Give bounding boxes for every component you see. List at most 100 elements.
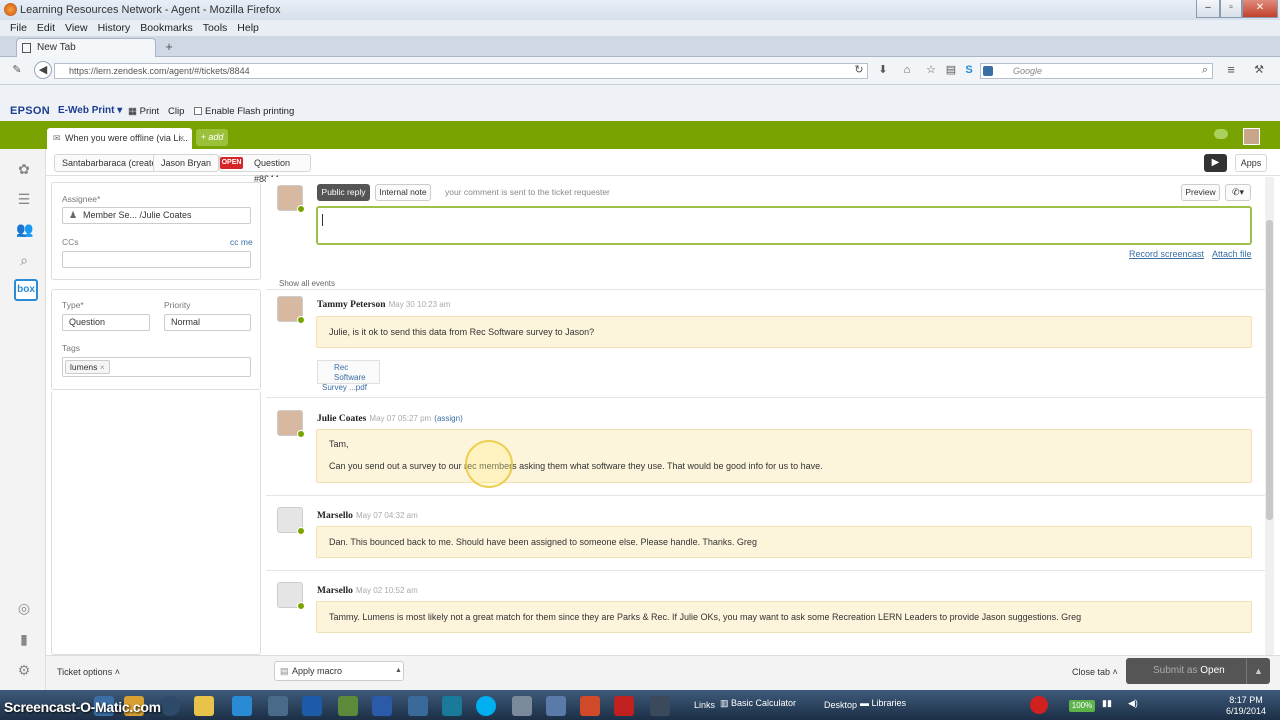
download-icon[interactable]: ⬇ xyxy=(876,63,890,77)
word-icon[interactable] xyxy=(372,696,392,716)
app-icon[interactable] xyxy=(408,696,428,716)
google-icon[interactable] xyxy=(983,66,993,76)
minimize-icon[interactable]: – xyxy=(1196,0,1220,18)
app-icon[interactable] xyxy=(338,696,358,716)
apps-button[interactable]: Apps xyxy=(1235,154,1267,172)
search-input[interactable]: Google xyxy=(980,63,1213,79)
reporting-icon[interactable]: ▮ xyxy=(16,631,32,647)
clipboard-icon[interactable]: ▤ xyxy=(944,63,958,77)
breadcrumb-requester[interactable]: Jason Bryan xyxy=(153,154,220,172)
comment-author[interactable]: Tammy Peterson xyxy=(317,300,386,310)
browser-tab[interactable]: New Tab xyxy=(16,38,156,57)
libraries-link[interactable]: ▬ Libraries xyxy=(860,698,906,708)
reload-icon[interactable]: ↻ xyxy=(852,63,866,77)
menu-bookmarks[interactable]: Bookmarks xyxy=(140,20,193,36)
bookmark-star-icon[interactable]: ☆ xyxy=(924,63,938,77)
search-icon[interactable]: ⌕ xyxy=(1198,63,1212,77)
next-ticket-icon[interactable]: ▶ xyxy=(1204,154,1227,172)
basic-calculator-link[interactable]: ▥ Basic Calculator xyxy=(720,698,796,709)
clip-button[interactable]: Clip xyxy=(168,106,184,117)
preview-button[interactable]: Preview xyxy=(1181,184,1220,201)
views-icon[interactable]: ☰ xyxy=(16,191,32,207)
menu-view[interactable]: View xyxy=(65,20,88,36)
skype-taskbar-icon[interactable] xyxy=(476,696,496,716)
app-icon[interactable] xyxy=(546,696,566,716)
show-all-events-link[interactable]: Show all events xyxy=(279,279,335,288)
links-toolbar[interactable]: Links xyxy=(694,700,715,710)
url-bar[interactable]: https://lern.zendesk.com/agent/#/tickets… xyxy=(54,63,868,79)
maximize-icon[interactable]: ▫ xyxy=(1220,0,1242,18)
window-titlebar: Learning Resources Network - Agent - Moz… xyxy=(0,0,1280,20)
close-tab-button[interactable]: Close tab ˄ xyxy=(1072,667,1118,677)
cc-me-link[interactable]: cc me xyxy=(230,237,253,247)
menu-tools[interactable]: Tools xyxy=(203,20,228,36)
zendesk-logo-icon[interactable]: ✿ xyxy=(16,161,32,177)
acrobat-icon[interactable] xyxy=(614,696,634,716)
comment-input[interactable] xyxy=(316,206,1252,245)
user-avatar[interactable] xyxy=(1243,128,1260,145)
record-screencast-link[interactable]: Record screencast xyxy=(1129,249,1204,259)
flash-printing-checkbox[interactable]: Enable Flash printing xyxy=(194,106,294,117)
clock[interactable]: 8:17 PM 6/19/2014 xyxy=(1226,695,1266,717)
comment-author[interactable]: Julie Coates xyxy=(317,414,366,424)
outlook-icon[interactable] xyxy=(302,696,322,716)
phone-icon[interactable]: ✆▾ xyxy=(1225,184,1251,201)
help-icon[interactable]: ◎ xyxy=(16,600,32,616)
snipping-tool-icon[interactable] xyxy=(650,696,670,716)
assignee-field[interactable]: ♟ Member Se... /Julie Coates xyxy=(62,207,251,224)
app-icon[interactable] xyxy=(160,696,180,716)
battery-indicator[interactable]: 100% xyxy=(1069,700,1095,712)
internal-note-tab[interactable]: Internal note xyxy=(375,184,431,201)
volume-icon[interactable]: ◀) xyxy=(1128,698,1138,709)
ticket-tab-label: When you were offline (via Li... xyxy=(65,133,188,143)
box-app-icon[interactable]: box xyxy=(14,279,38,301)
comment-author[interactable]: Marsello xyxy=(317,511,353,521)
comment-author[interactable]: Marsello xyxy=(317,586,353,596)
ticket-options-button[interactable]: Ticket options ˄ xyxy=(57,667,120,677)
desktop-toolbar[interactable]: Desktop xyxy=(824,700,857,710)
home-icon[interactable]: ⌂ xyxy=(900,63,914,77)
remove-tag-icon[interactable]: × xyxy=(100,362,105,372)
search-nav-icon[interactable]: ⌕ xyxy=(16,252,32,268)
attach-file-link[interactable]: Attach file xyxy=(1212,249,1252,259)
scrollbar-thumb[interactable] xyxy=(1266,220,1273,520)
skype-icon[interactable]: S xyxy=(962,63,976,77)
eweb-print-menu[interactable]: E-Web Print ▾ xyxy=(58,105,122,116)
public-reply-tab[interactable]: Public reply xyxy=(317,184,370,201)
close-tab-icon[interactable]: × xyxy=(179,128,184,149)
back-button-icon[interactable]: ◀ xyxy=(34,61,52,79)
ticket-tab[interactable]: ✉ When you were offline (via Li... × xyxy=(47,128,192,149)
apply-macro-select[interactable]: ▤ Apply macro ▲ xyxy=(274,661,404,681)
ccs-field[interactable] xyxy=(62,251,251,268)
tray-app-icon[interactable] xyxy=(1030,696,1048,714)
chat-icon[interactable] xyxy=(1214,129,1228,139)
tag-chip[interactable]: lumens × xyxy=(65,360,110,374)
menu-icon[interactable]: ≡ xyxy=(1224,63,1238,77)
app-icon[interactable] xyxy=(512,696,532,716)
attachment-link[interactable]: Rec Software Survey ...pdf xyxy=(317,360,380,392)
new-tab-icon[interactable]: + xyxy=(160,38,178,57)
powerpoint-icon[interactable] xyxy=(580,696,600,716)
menu-history[interactable]: History xyxy=(98,20,131,36)
close-window-icon[interactable]: ✕ xyxy=(1242,0,1278,18)
breadcrumb-org[interactable]: Santabarbaraca (create) xyxy=(54,154,168,172)
menu-file[interactable]: File xyxy=(10,20,27,36)
priority-select[interactable]: Normal xyxy=(164,314,251,331)
explorer-icon[interactable] xyxy=(194,696,214,716)
app-icon[interactable] xyxy=(442,696,462,716)
dropbox-icon[interactable] xyxy=(232,696,252,716)
add-tab-button[interactable]: + add xyxy=(196,129,228,146)
print-button[interactable]: ▦ Print xyxy=(128,106,159,117)
menu-help[interactable]: Help xyxy=(237,20,259,36)
admin-gear-icon[interactable]: ⚙ xyxy=(16,662,32,678)
addon-icon[interactable]: ⚒ xyxy=(1252,63,1266,77)
assign-link[interactable]: (assign) xyxy=(434,414,462,423)
bookmark-sidebar-icon[interactable]: ✎ xyxy=(10,63,24,77)
app-icon[interactable] xyxy=(268,696,288,716)
customers-icon[interactable]: 👥 xyxy=(16,221,33,237)
network-icon[interactable]: ▮▮ xyxy=(1102,698,1112,709)
menu-edit[interactable]: Edit xyxy=(37,20,55,36)
browser-tab-title: New Tab xyxy=(37,42,76,53)
type-select[interactable]: Question xyxy=(62,314,150,331)
submit-options-icon[interactable]: ▲ xyxy=(1246,658,1270,684)
